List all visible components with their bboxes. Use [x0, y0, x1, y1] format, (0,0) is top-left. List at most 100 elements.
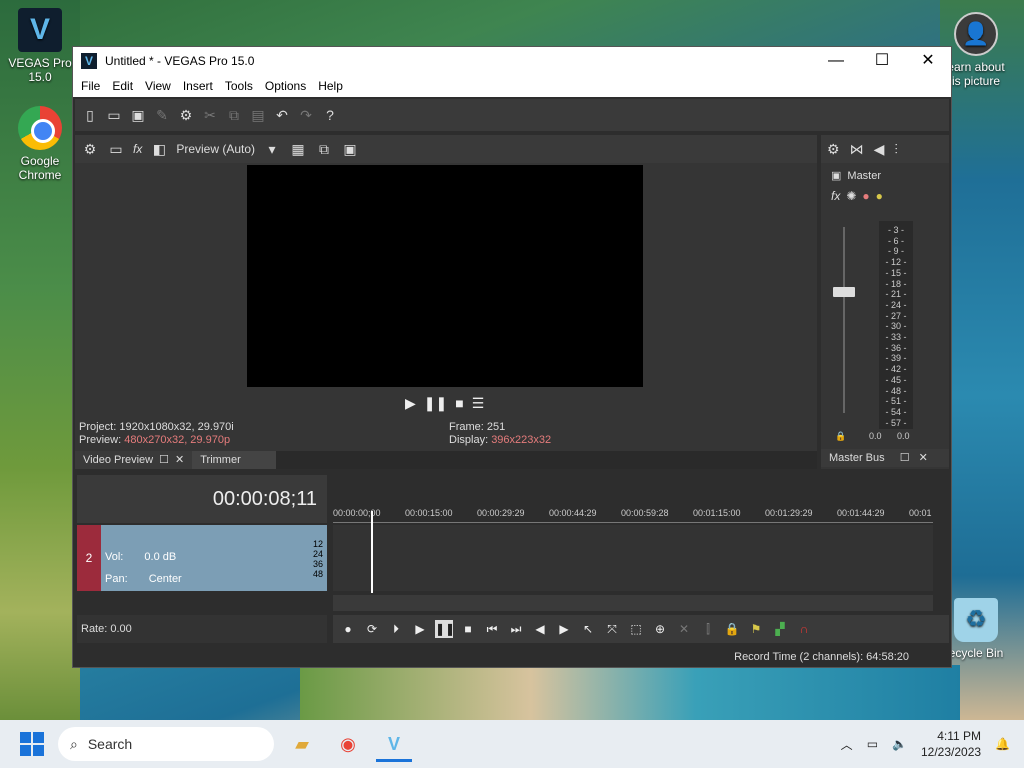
close-tab-icon[interactable]: ✕ [919, 452, 928, 464]
grid-overlay-icon[interactable]: ▦ [289, 140, 307, 158]
previous-frame-icon[interactable]: ◀ [531, 620, 549, 638]
save-snapshot-icon[interactable]: ▣ [341, 140, 359, 158]
mute-icon[interactable]: ● [862, 189, 869, 203]
lock-icon[interactable]: 🔒 [723, 620, 741, 638]
menu-file[interactable]: File [75, 79, 106, 93]
master-fader-knob[interactable] [833, 287, 855, 297]
volume-icon[interactable]: 🔈 [892, 737, 907, 751]
selection-tool-icon[interactable]: ⬚ [627, 620, 645, 638]
preview-screen [247, 165, 643, 387]
ruler-tick-label: 00:00:59:28 [621, 508, 669, 518]
tab-master-bus[interactable]: Master Bus ☐ ✕ [821, 449, 949, 467]
maximize-button[interactable]: ☐ [859, 47, 905, 75]
search-icon: ⌕ [70, 735, 78, 752]
go-to-end-icon[interactable]: ⏭ [507, 620, 525, 638]
lock-icon[interactable]: 🔒 [835, 431, 846, 442]
pause-icon[interactable]: ❚❚ [435, 620, 455, 638]
recycle-bin-icon: ♻ [954, 598, 998, 642]
delete-icon[interactable]: ✕ [675, 620, 693, 638]
cut-icon[interactable]: ✂ [201, 106, 219, 124]
loop-icon[interactable]: ⟳ [363, 620, 381, 638]
snapping-magnet-icon[interactable]: ∩ [795, 620, 813, 638]
speaker-icon[interactable]: ◀ [874, 141, 885, 158]
meter-scale-tick: - 36 - [885, 342, 907, 353]
tab-trimmer[interactable]: Trimmer [192, 451, 277, 469]
play-from-start-icon[interactable]: ⏵ [387, 620, 405, 638]
region-icon[interactable]: ▞ [771, 620, 789, 638]
chrome-taskbar-icon[interactable]: ◉ [330, 726, 366, 762]
vegas-taskbar-icon[interactable]: V [376, 726, 412, 762]
meter-scale-tick: - 39 - [885, 353, 907, 364]
menu-icon[interactable]: ☰ [472, 395, 485, 412]
marker-icon[interactable]: ⚑ [747, 620, 765, 638]
solo-icon[interactable]: ● [876, 189, 883, 203]
external-monitor-icon[interactable]: ▭ [107, 140, 125, 158]
horizontal-scrollbar[interactable] [333, 595, 933, 611]
stop-icon[interactable]: ■ [459, 620, 477, 638]
close-tab-icon[interactable]: ✕ [175, 451, 184, 469]
copy-icon[interactable]: ⧉ [225, 106, 243, 124]
next-frame-icon[interactable]: ▶ [555, 620, 573, 638]
redo-icon[interactable]: ↷ [297, 106, 315, 124]
record-icon[interactable]: ● [339, 620, 357, 638]
menu-help[interactable]: Help [312, 79, 349, 93]
pause-icon[interactable]: ❚❚ [424, 395, 447, 412]
go-to-start-icon[interactable]: ⏮ [483, 620, 501, 638]
track-lane[interactable] [333, 525, 933, 591]
trim-icon[interactable]: ⫿ [699, 620, 717, 638]
playhead-cursor[interactable] [371, 511, 373, 593]
fx-icon[interactable]: fx [831, 189, 840, 203]
undo-icon[interactable]: ↶ [273, 106, 291, 124]
envelope-tool-icon[interactable]: ⤧ [603, 620, 621, 638]
close-button[interactable]: ✕ [905, 47, 951, 75]
start-button[interactable] [20, 732, 44, 756]
vegas-icon: V [81, 53, 97, 69]
render-icon[interactable]: ✎ [153, 106, 171, 124]
menu-insert[interactable]: Insert [177, 79, 219, 93]
zoom-tool-icon[interactable]: ⊕ [651, 620, 669, 638]
preview-quality-dropdown[interactable]: Preview (Auto) [176, 142, 255, 156]
window-title: Untitled * - VEGAS Pro 15.0 [105, 54, 255, 68]
properties-gear-icon[interactable]: ⚙ [177, 106, 195, 124]
title-bar[interactable]: V Untitled * - VEGAS Pro 15.0 — ☐ ✕ [73, 47, 951, 75]
chevron-down-icon[interactable]: ▾ [263, 140, 281, 158]
copy-snapshot-icon[interactable]: ⧉ [315, 140, 333, 158]
normal-edit-tool-icon[interactable]: ↖ [579, 620, 597, 638]
notification-bell-icon[interactable]: 🔔 [995, 737, 1010, 751]
downmix-icon[interactable]: ⋈ [850, 141, 864, 158]
chevron-up-icon[interactable]: ︿ [841, 736, 853, 753]
new-file-icon[interactable]: ▯ [81, 106, 99, 124]
menu-options[interactable]: Options [259, 79, 312, 93]
clock[interactable]: 4:11 PM 12/23/2023 [921, 728, 981, 760]
undock-icon[interactable]: ☐ [900, 452, 910, 464]
desktop-icon-chrome[interactable]: Google Chrome [4, 106, 76, 182]
split-screen-icon[interactable]: ◧ [150, 140, 168, 158]
stop-icon[interactable]: ■ [455, 395, 463, 412]
mixer-icon[interactable]: ⫶ [894, 141, 898, 158]
fx-icon[interactable]: fx [133, 142, 142, 156]
menu-tools[interactable]: Tools [219, 79, 259, 93]
gear-icon[interactable]: ⚙ [827, 141, 840, 158]
minimize-button[interactable]: — [813, 47, 859, 75]
desktop-icon-vegas[interactable]: V VEGAS Pro 15.0 [4, 8, 76, 84]
preview-settings-gear-icon[interactable]: ⚙ [81, 140, 99, 158]
play-icon[interactable]: ▶ [411, 620, 429, 638]
open-folder-icon[interactable]: ▭ [105, 106, 123, 124]
menu-view[interactable]: View [139, 79, 177, 93]
taskbar-search[interactable]: ⌕ Search [58, 727, 274, 761]
audio-track-header[interactable]: 2 Vol: 0.0 dB Pan: Center 12 24 36 48 [77, 525, 327, 591]
meter-scale-tick: - 42 - [885, 364, 907, 375]
help-pointer-icon[interactable]: ? [321, 106, 339, 124]
menu-edit[interactable]: Edit [106, 79, 139, 93]
square-icon[interactable]: ▣ [831, 169, 841, 182]
automation-gear-icon[interactable]: ✺ [846, 189, 856, 203]
save-icon[interactable]: ▣ [129, 106, 147, 124]
file-explorer-icon[interactable]: ▰ [284, 726, 320, 762]
network-icon[interactable]: ▭ [867, 737, 878, 751]
rate-slider-row[interactable]: Rate: 0.00 [77, 615, 327, 643]
time-ruler[interactable]: 00:00:00;00 00:00:15:00 00:00:29:29 00:00:4… [333, 505, 933, 523]
paste-icon[interactable]: ▤ [249, 106, 267, 124]
undock-icon[interactable]: ☐ [159, 451, 169, 469]
tab-video-preview[interactable]: Video Preview ☐ ✕ [75, 451, 193, 469]
play-icon[interactable]: ▶ [405, 395, 416, 412]
